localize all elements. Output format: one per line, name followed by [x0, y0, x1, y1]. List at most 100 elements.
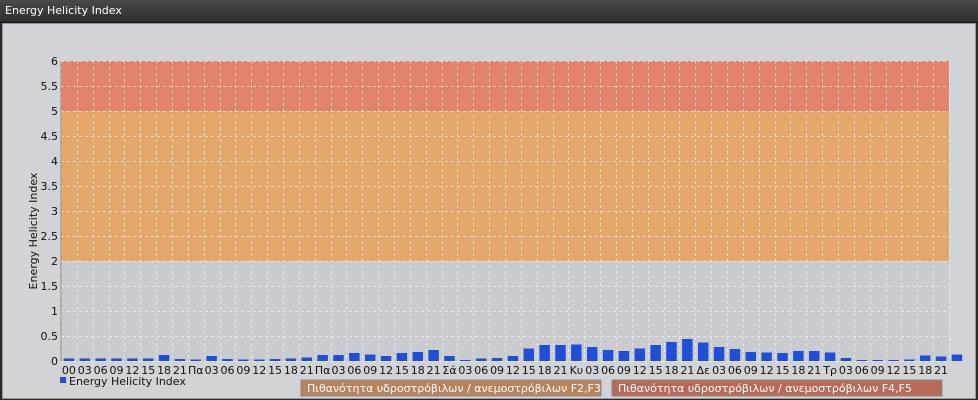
- bar: [777, 353, 788, 361]
- bar: [428, 350, 439, 361]
- x-tick-label: 21: [934, 364, 948, 377]
- y-tick-label: 6: [51, 55, 58, 68]
- x-tick-label: 12: [633, 364, 647, 377]
- bar: [460, 360, 471, 361]
- x-tick-label: 15: [395, 364, 409, 377]
- x-tick-label: 03: [205, 364, 219, 377]
- y-tick-label: 5.5: [41, 80, 59, 93]
- x-tick-label: 09: [871, 364, 885, 377]
- x-tick-label: 12: [887, 364, 901, 377]
- bar: [491, 358, 503, 361]
- bar: [793, 351, 804, 361]
- band-label-0: Πιθανότητα υδροστρόβιλων / ανεμοστρόβιλω…: [300, 379, 602, 397]
- y-tick-label: 3: [51, 205, 58, 218]
- y-tick-label: 0: [51, 355, 58, 368]
- bar: [761, 352, 772, 361]
- x-tick-label: 21: [807, 364, 821, 377]
- legend-swatch: [60, 377, 66, 383]
- bar: [142, 358, 154, 361]
- bar: [650, 345, 661, 361]
- bar: [697, 342, 709, 361]
- x-tick-label: Σά: [442, 364, 456, 377]
- bar: [412, 352, 424, 361]
- bar: [475, 358, 487, 361]
- x-tick-label: 06: [474, 364, 488, 377]
- bar: [63, 358, 75, 361]
- bar: [729, 349, 741, 361]
- x-tick-label: 09: [236, 364, 250, 377]
- bar: [396, 353, 408, 361]
- bar: [95, 358, 106, 361]
- x-tick-label: 21: [427, 364, 441, 377]
- window-title: Energy Helicity Index: [0, 0, 978, 23]
- x-tick-label: 06: [855, 364, 869, 377]
- x-tick-label: 15: [776, 364, 790, 377]
- x-tick-label: Δε: [696, 364, 710, 377]
- x-tick-label: 09: [363, 364, 377, 377]
- x-tick-label: 18: [284, 364, 298, 377]
- bar: [444, 356, 455, 361]
- x-tick-label: 09: [490, 364, 504, 377]
- chart-widget: Energy Helicity Index 0 0.5 1 1.5 2 2.5 3 3.5 4 4…: [0, 0, 978, 400]
- x-tick-label: 03: [712, 364, 726, 377]
- x-tick-label: 06: [728, 364, 742, 377]
- bar: [840, 358, 852, 361]
- bar: [301, 357, 313, 361]
- bar: [951, 354, 963, 361]
- x-tick-label: Τρ: [822, 364, 837, 377]
- bar: [127, 358, 138, 361]
- bar: [888, 360, 899, 361]
- legend-label: Energy Helicity Index: [69, 375, 186, 388]
- band-label-1: Πιθανότητα υδροστρόβιλων / ανεμοστρόβιλω…: [611, 379, 943, 397]
- bar: [507, 356, 519, 361]
- x-tick-label: 15: [902, 364, 916, 377]
- x-tick-label: 12: [760, 364, 774, 377]
- chart-area: 0 0.5 1 1.5 2 2.5 3 3.5 4 4.5 5 5.5 6 Energy Helicity…: [2, 23, 976, 399]
- y-tick-label: 1.5: [41, 280, 59, 293]
- bar: [269, 359, 281, 361]
- bar: [174, 359, 186, 361]
- x-tick-label: 21: [680, 364, 694, 377]
- bar: [349, 353, 360, 361]
- x-tick-label: 18: [538, 364, 552, 377]
- bar: [919, 355, 931, 361]
- bar: [111, 358, 122, 361]
- bar: [808, 351, 820, 361]
- x-tick-label: 12: [252, 364, 266, 377]
- bar: [238, 359, 249, 361]
- y-tick-label: 5: [51, 105, 58, 118]
- bar: [539, 345, 550, 361]
- y-tick-label: 4: [51, 155, 58, 168]
- bar: [190, 359, 202, 361]
- bar: [253, 359, 265, 361]
- bar: [317, 355, 328, 361]
- bar: [523, 348, 535, 361]
- x-tick-label: Κυ: [570, 364, 584, 377]
- y-axis-title: Energy Helicity Index: [27, 172, 40, 289]
- y-tick-label: 2.5: [41, 230, 59, 243]
- x-tick-label: 06: [347, 364, 361, 377]
- bar: [634, 348, 646, 361]
- x-tick-label: 15: [649, 364, 663, 377]
- y-tick-label: 1: [51, 305, 58, 318]
- bar: [222, 359, 233, 361]
- y-tick-label: 0.5: [41, 330, 59, 343]
- bar: [824, 352, 836, 361]
- bar: [904, 359, 915, 361]
- band-label-text: Πιθανότητα υδροστρόβιλων / ανεμοστρόβιλω…: [618, 382, 912, 395]
- band-label-text: Πιθανότητα υδροστρόβιλων / ανεμοστρόβιλω…: [307, 382, 601, 395]
- x-tick-label: 21: [300, 364, 314, 377]
- bar: [856, 360, 868, 361]
- x-tick-label: 12: [506, 364, 520, 377]
- bar: [206, 356, 217, 361]
- bar: [872, 360, 883, 361]
- x-tick-label: 12: [379, 364, 393, 377]
- bar: [285, 358, 297, 361]
- x-tick-label: 09: [617, 364, 631, 377]
- bar: [364, 354, 376, 361]
- bar: [333, 355, 344, 361]
- bar: [666, 342, 677, 361]
- x-tick-label: 03: [585, 364, 599, 377]
- x-tick-label: 06: [221, 364, 235, 377]
- bar: [555, 345, 566, 361]
